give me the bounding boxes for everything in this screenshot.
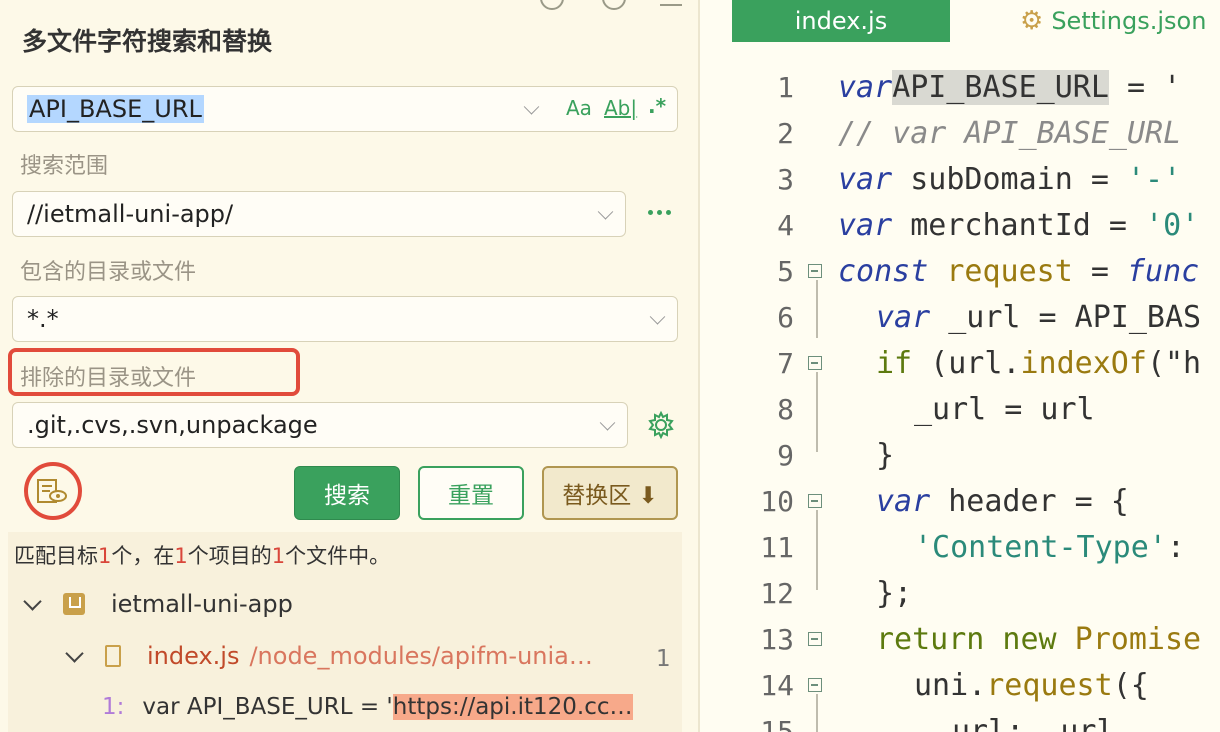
- tab-settings-json[interactable]: ⚙ Settings.json: [1020, 0, 1206, 42]
- code-line: var _url = API_BAS: [876, 299, 1202, 335]
- line-number: 7: [777, 346, 794, 380]
- code-line: url: _url: [952, 713, 1115, 732]
- code-line: // var API_BASE_URL: [838, 115, 1182, 151]
- exclude-value: .git,.cvs,.svn,unpackage: [27, 411, 318, 439]
- line-number: 5: [777, 254, 794, 288]
- fold-toggle-icon[interactable]: [808, 264, 822, 278]
- fold-toggle-icon[interactable]: [808, 356, 822, 370]
- code-line: _url = url: [914, 391, 1095, 427]
- line-number: 2: [777, 116, 794, 150]
- line-number: 15: [760, 714, 794, 732]
- project-icon: [63, 593, 85, 615]
- replace-area-button[interactable]: 替换区 ⬇: [542, 466, 678, 520]
- toggle-visibility-icon[interactable]: [36, 478, 68, 506]
- file-row[interactable]: index.js /node_modules/apifm-unia…: [65, 642, 593, 670]
- fold-toggle-icon[interactable]: [808, 678, 822, 692]
- match-case-icon[interactable]: Aa: [566, 96, 592, 120]
- line-number: 4: [777, 208, 794, 242]
- code-line: }: [876, 437, 895, 473]
- code-line: var API_BASE_URL = ': [838, 69, 1182, 105]
- match-row[interactable]: 1: var API_BASE_URL = ' https://api.it120…: [102, 694, 633, 720]
- line-number: 10: [760, 484, 794, 518]
- whole-word-icon[interactable]: Ab|: [604, 96, 637, 120]
- include-label: 包含的目录或文件: [20, 260, 197, 285]
- chevron-down-icon[interactable]: [523, 99, 540, 115]
- search-input-value: API_BASE_URL: [27, 95, 204, 123]
- project-name: ietmall-uni-app: [111, 590, 293, 618]
- code-line: if (url. indexOf ("h: [876, 345, 1202, 381]
- code-line: uni. request({: [914, 667, 1149, 703]
- code-line: return new Promise: [876, 621, 1202, 657]
- reset-button[interactable]: 重置: [418, 466, 524, 520]
- line-number: 3: [777, 162, 794, 196]
- highlight-box: [8, 348, 300, 396]
- code-editor: index.js ⚙ Settings.json 1 2 3 4 5 6 7 8…: [700, 0, 1220, 732]
- window-controls: [540, 0, 626, 10]
- code-line: const request = func: [838, 253, 1200, 289]
- include-value: *.*: [27, 305, 59, 333]
- panel-title: 多文件字符搜索和替换: [22, 27, 273, 56]
- include-select[interactable]: *.*: [12, 296, 678, 342]
- search-panel: 多文件字符搜索和替换 API_BASE_URL Aa Ab| .* 搜索范围 /…: [0, 0, 698, 732]
- line-number: 13: [760, 622, 794, 656]
- match-line-number: 1:: [102, 694, 125, 720]
- chevron-down-icon[interactable]: [65, 643, 84, 663]
- tab-settings-label: Settings.json: [1051, 7, 1207, 35]
- code-line: var subDomain = '-': [838, 161, 1182, 197]
- line-number: 9: [777, 438, 794, 472]
- line-number: 12: [760, 576, 794, 610]
- search-button[interactable]: 搜索: [294, 466, 400, 520]
- chevron-down-icon[interactable]: [649, 309, 666, 325]
- file-icon: [105, 645, 121, 667]
- match-text: var API_BASE_URL = ': [142, 694, 393, 720]
- gear-icon: ⚙: [1020, 6, 1044, 36]
- indent-guide: [816, 372, 818, 452]
- line-number: 8: [777, 392, 794, 426]
- fold-toggle-icon[interactable]: [808, 494, 822, 508]
- line-number: 1: [777, 70, 794, 104]
- circle-icon[interactable]: [540, 0, 564, 10]
- code-line: var merchantId = '0': [838, 207, 1200, 243]
- fold-toggle-icon[interactable]: [808, 632, 822, 646]
- info-icon[interactable]: [602, 0, 626, 10]
- chevron-down-icon[interactable]: [597, 204, 614, 220]
- code-line: 'Content-Type':: [914, 529, 1185, 565]
- chevron-down-icon[interactable]: [599, 415, 616, 431]
- file-path: /node_modules/apifm-unia…: [249, 642, 593, 670]
- minimize-icon[interactable]: [660, 4, 682, 6]
- settings-gear-icon[interactable]: [646, 410, 676, 440]
- exclude-select[interactable]: .git,.cvs,.svn,unpackage: [12, 402, 628, 448]
- tab-index-js[interactable]: index.js: [732, 0, 950, 42]
- match-highlight: https://api.it120.cc…: [392, 694, 633, 720]
- more-options-icon[interactable]: [648, 210, 671, 215]
- line-number: 11: [760, 530, 794, 564]
- indent-guide: [816, 280, 818, 338]
- line-number: 14: [760, 668, 794, 702]
- match-count: 1: [656, 646, 671, 672]
- file-name: index.js: [147, 642, 240, 670]
- indent-guide: [816, 694, 818, 732]
- scope-label: 搜索范围: [20, 154, 109, 179]
- chevron-down-icon[interactable]: [23, 591, 42, 611]
- indent-guide: [816, 510, 818, 590]
- code-line: var header = {: [876, 483, 1129, 519]
- project-row[interactable]: ietmall-uni-app: [23, 590, 293, 618]
- scope-value: //ietmall-uni-app/: [27, 200, 234, 228]
- regex-icon[interactable]: .*: [648, 94, 666, 118]
- scope-select[interactable]: //ietmall-uni-app/: [12, 191, 626, 237]
- code-line: };: [876, 575, 913, 611]
- line-number: 6: [777, 300, 794, 334]
- results-summary: 匹配目标1个，在1个项目的1个文件中。: [14, 544, 391, 568]
